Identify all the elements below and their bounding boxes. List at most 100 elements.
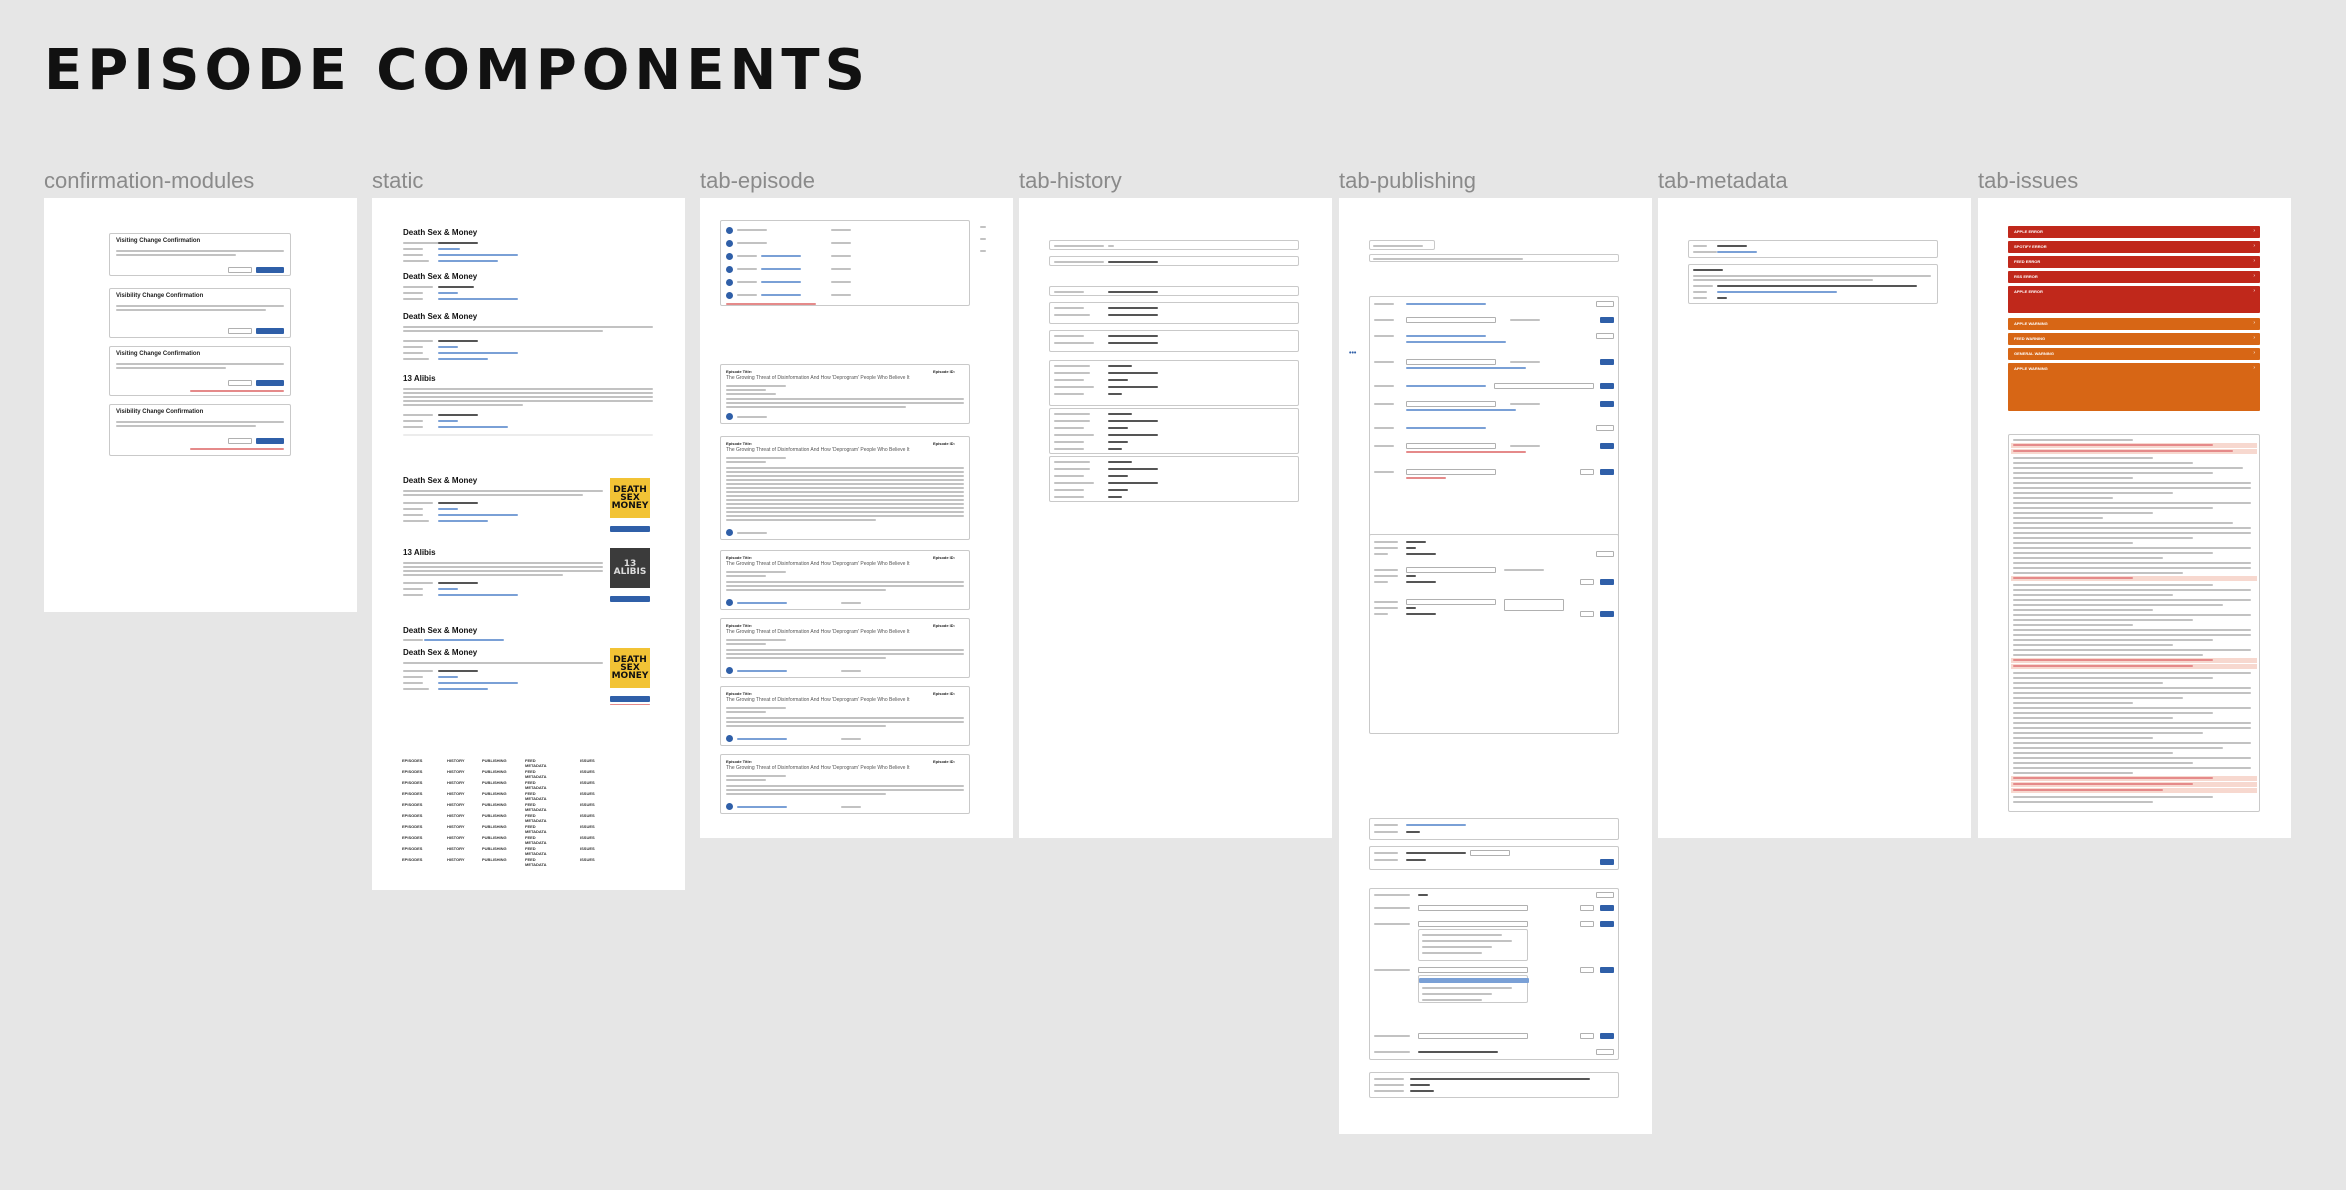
nav-feed-metadata[interactable]: FEED METADATA: [525, 846, 547, 856]
episode-card: Episode Title: The Growing Threat of Dis…: [720, 436, 970, 540]
cancel-button[interactable]: [228, 328, 252, 334]
issue-banner[interactable]: APPLE WARNING ›: [2008, 318, 2260, 330]
directory-panel: [1369, 818, 1619, 840]
nav-issues[interactable]: ISSUES: [580, 846, 595, 851]
collapse-icon[interactable]: ›: [2253, 288, 2255, 294]
issue-banner[interactable]: RSS ERROR ›: [2008, 271, 2260, 283]
nav-publishing[interactable]: PUBLISHING: [482, 835, 507, 840]
continue-button[interactable]: [256, 267, 284, 273]
nav-publishing[interactable]: PUBLISHING: [482, 857, 507, 862]
cover-action-button[interactable]: [610, 526, 650, 532]
nav-feed-metadata[interactable]: FEED METADATA: [525, 780, 547, 790]
nav-issues[interactable]: ISSUES: [580, 824, 595, 829]
nav-publishing[interactable]: PUBLISHING: [482, 780, 507, 785]
modal-title: Visibility Change Confirmation: [116, 409, 204, 415]
expand-icon[interactable]: ›: [2253, 320, 2255, 326]
cancel-button[interactable]: [228, 438, 252, 444]
nav-feed-metadata[interactable]: FEED METADATA: [525, 791, 547, 801]
collapse-icon[interactable]: ›: [2253, 365, 2255, 371]
nav-publishing[interactable]: PUBLISHING: [482, 813, 507, 818]
issue-banner-expanded[interactable]: APPLE WARNING ›: [2008, 363, 2260, 411]
metadata-row: [1688, 240, 1938, 258]
expand-icon[interactable]: ›: [2253, 273, 2255, 279]
episode-title-label: Episode Title:: [726, 441, 753, 446]
issue-banner[interactable]: FEED ERROR ›: [2008, 256, 2260, 268]
cancel-button[interactable]: [228, 380, 252, 386]
continue-button[interactable]: [256, 438, 284, 444]
nav-history[interactable]: HISTORY: [447, 857, 465, 862]
nav-feed-metadata[interactable]: FEED METADATA: [525, 802, 547, 812]
cancel-button[interactable]: [228, 267, 252, 273]
nav-publishing[interactable]: PUBLISHING: [482, 846, 507, 851]
column-label-tab-issues: tab-issues: [1978, 168, 2079, 193]
nav-episodes[interactable]: EPISODES: [402, 835, 422, 840]
episode-title: The Growing Threat of Disinformation And…: [726, 697, 910, 703]
nav-feed-metadata[interactable]: FEED METADATA: [525, 835, 547, 845]
nav-feed-metadata[interactable]: FEED METADATA: [525, 758, 547, 768]
nav-issues[interactable]: ISSUES: [580, 857, 595, 862]
nav-publishing[interactable]: PUBLISHING: [482, 769, 507, 774]
nav-issues[interactable]: ISSUES: [580, 802, 595, 807]
nav-episodes[interactable]: EPISODES: [402, 780, 422, 785]
nav-publishing[interactable]: PUBLISHING: [482, 802, 507, 807]
nav-publishing[interactable]: PUBLISHING: [482, 824, 507, 829]
tab-episode-board: Episode Title: The Growing Threat of Dis…: [700, 198, 1013, 838]
show-title: Death Sex & Money: [403, 272, 478, 281]
nav-history[interactable]: HISTORY: [447, 846, 465, 851]
nav-episodes[interactable]: EPISODES: [402, 824, 422, 829]
nav-episodes[interactable]: EPISODES: [402, 758, 422, 763]
issue-banner[interactable]: SPOTIFY ERROR ›: [2008, 241, 2260, 253]
history-row: [1049, 330, 1299, 352]
nav-episodes[interactable]: EPISODES: [402, 802, 422, 807]
expand-icon[interactable]: ›: [2253, 335, 2255, 341]
nav-issues[interactable]: ISSUES: [580, 813, 595, 818]
nav-history[interactable]: HISTORY: [447, 813, 465, 818]
nav-episodes[interactable]: EPISODES: [402, 791, 422, 796]
show-title: Death Sex & Money: [403, 312, 478, 321]
nav-history[interactable]: HISTORY: [447, 791, 465, 796]
nav-feed-metadata[interactable]: FEED METADATA: [525, 813, 547, 823]
directory-panel: [1369, 846, 1619, 870]
nav-episodes[interactable]: EPISODES: [402, 857, 422, 862]
expand-icon[interactable]: ›: [2253, 243, 2255, 249]
nav-feed-metadata[interactable]: FEED METADATA: [525, 857, 547, 867]
expand-icon[interactable]: ›: [2253, 258, 2255, 264]
nav-issues[interactable]: ISSUES: [580, 769, 595, 774]
continue-button[interactable]: [256, 328, 284, 334]
nav-history[interactable]: HISTORY: [447, 835, 465, 840]
continue-button[interactable]: [256, 380, 284, 386]
nav-feed-metadata[interactable]: FEED METADATA: [525, 824, 547, 834]
publishing-note: [1369, 240, 1435, 250]
nav-issues[interactable]: ISSUES: [580, 835, 595, 840]
expand-icon[interactable]: ›: [2253, 228, 2255, 234]
cover-action-button[interactable]: [610, 596, 650, 602]
tab-issues-board: APPLE ERROR › SPOTIFY ERROR › FEED ERROR › …: [1978, 198, 2291, 838]
confirmation-modal: Visibility Change Confirmation: [109, 404, 291, 456]
nav-episodes[interactable]: EPISODES: [402, 846, 422, 851]
nav-issues[interactable]: ISSUES: [580, 791, 595, 796]
nav-history[interactable]: HISTORY: [447, 802, 465, 807]
issue-banner[interactable]: GENERAL WARNING ›: [2008, 348, 2260, 360]
cover-action-button[interactable]: [610, 696, 650, 702]
nav-history[interactable]: HISTORY: [447, 780, 465, 785]
episode-title: The Growing Threat of Disinformation And…: [726, 629, 910, 635]
nav-history[interactable]: HISTORY: [447, 824, 465, 829]
more-icon[interactable]: •••: [1349, 350, 1356, 357]
nav-issues[interactable]: ISSUES: [580, 780, 595, 785]
nav-history[interactable]: HISTORY: [447, 769, 465, 774]
nav-publishing[interactable]: PUBLISHING: [482, 758, 507, 763]
issue-banner[interactable]: FEED WARNING ›: [2008, 333, 2260, 345]
nav-issues[interactable]: ISSUES: [580, 758, 595, 763]
show-title: 13 Alibis: [403, 548, 436, 557]
issue-banner-expanded[interactable]: APPLE ERROR ›: [2008, 286, 2260, 313]
nav-history[interactable]: HISTORY: [447, 758, 465, 763]
episode-number: Episode ID:: [933, 623, 956, 628]
issue-tag: APPLE ERROR: [2014, 229, 2043, 234]
nav-publishing[interactable]: PUBLISHING: [482, 791, 507, 796]
column-label-tab-episode: tab-episode: [700, 168, 815, 193]
nav-episodes[interactable]: EPISODES: [402, 769, 422, 774]
expand-icon[interactable]: ›: [2253, 350, 2255, 356]
issue-banner[interactable]: APPLE ERROR ›: [2008, 226, 2260, 238]
nav-feed-metadata[interactable]: FEED METADATA: [525, 769, 547, 779]
nav-episodes[interactable]: EPISODES: [402, 813, 422, 818]
